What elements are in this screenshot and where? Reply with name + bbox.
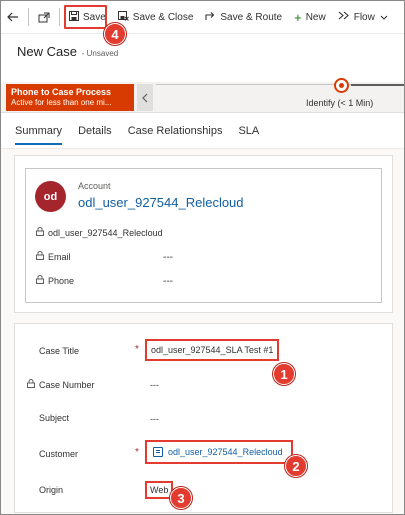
step-badge-4: 4	[104, 23, 126, 45]
lock-icon	[36, 227, 44, 238]
origin-label-text: Origin	[39, 485, 64, 495]
account-name-link[interactable]: odl_user_927544_Relecloud	[78, 195, 244, 210]
command-separator	[59, 8, 60, 26]
plus-icon: +	[294, 9, 302, 25]
save-highlight-box	[64, 5, 107, 29]
email-value: ---	[163, 252, 173, 263]
case-number-label: Case Number	[27, 379, 95, 390]
flow-button-label: Flow	[353, 11, 375, 23]
stage-node-identify[interactable]	[334, 78, 349, 93]
email-row: Email	[36, 251, 71, 262]
process-flyout[interactable]: Phone to Case Process Active for less th…	[6, 84, 134, 111]
phone-row: Phone	[36, 275, 74, 286]
save-and-close-label: Save & Close	[132, 11, 194, 23]
subject-label: Subject	[39, 413, 69, 423]
account-owner: odl_user_927544_Relecloud	[48, 227, 163, 238]
case-title-value: odl_user_927544_SLA Test #1	[151, 345, 274, 355]
tab-case-relationships[interactable]: Case Relationships	[126, 113, 225, 149]
email-label: Email	[48, 251, 71, 262]
account-label: Account	[78, 181, 111, 191]
command-bar: Save Save & Close Save & Route + New Flo…	[1, 1, 404, 34]
customer-label: Customer	[39, 449, 78, 459]
customer-lookup[interactable]: odl_user_927544_Relecloud	[145, 440, 293, 464]
new-button-label: New	[305, 11, 326, 23]
origin-label: Origin	[39, 485, 63, 495]
save-and-route-button[interactable]: Save & Route	[199, 1, 288, 34]
step-badge-3: 3	[170, 487, 192, 509]
required-marker: *	[135, 447, 139, 458]
case-number-label-text: Case Number	[39, 379, 95, 390]
unsaved-status: - Unsaved	[81, 49, 119, 58]
flow-icon	[338, 11, 350, 23]
step-badge-1: 1	[273, 363, 295, 385]
process-duration: Active for less than one mi...	[11, 98, 112, 107]
account-section: od Account odl_user_927544_Relecloud odl…	[14, 155, 393, 313]
save-and-route-label: Save & Route	[220, 11, 283, 23]
required-marker: *	[135, 344, 139, 355]
tab-details[interactable]: Details	[76, 113, 114, 149]
case-details-section: Case Title * odl_user_927544_SLA Test #1…	[14, 323, 393, 513]
customer-value[interactable]: odl_user_927544_Relecloud	[168, 447, 283, 457]
command-separator	[28, 8, 29, 26]
flow-button[interactable]: Flow	[332, 1, 394, 34]
business-process-bar: Phone to Case Process Active for less th…	[1, 78, 404, 113]
lock-icon	[36, 275, 44, 286]
account-card: od Account odl_user_927544_Relecloud odl…	[25, 168, 382, 303]
open-in-new-window-icon[interactable]	[32, 1, 56, 34]
stage-label-identify: Identify (< 1 Min)	[306, 98, 374, 108]
new-button[interactable]: + New	[288, 1, 332, 34]
step-badge-2: 2	[285, 455, 307, 477]
customer-label-text: Customer	[39, 449, 79, 459]
route-icon	[205, 11, 216, 24]
account-owner-row: odl_user_927544_Relecloud	[36, 227, 163, 238]
origin-value: Web	[150, 485, 169, 495]
case-title-label-text: Case Title	[39, 346, 80, 356]
case-title-input[interactable]: odl_user_927544_SLA Test #1	[145, 339, 280, 361]
tab-sla[interactable]: SLA	[236, 113, 261, 149]
form-tabs: Summary Details Case Relationships SLA	[1, 113, 404, 149]
lock-icon	[27, 379, 35, 390]
lookup-record-icon	[153, 447, 163, 457]
subject-label-text: Subject	[39, 413, 70, 423]
form-header: New Case - Unsaved	[1, 34, 404, 82]
back-arrow-icon[interactable]	[1, 1, 25, 34]
avatar: od	[35, 181, 66, 212]
stage-track-active	[351, 84, 404, 86]
process-name: Phone to Case Process	[11, 87, 112, 97]
phone-value: ---	[163, 276, 173, 287]
case-form-window: Save Save & Close Save & Route + New Flo…	[0, 0, 405, 515]
phone-label: Phone	[48, 275, 75, 286]
chevron-down-icon	[380, 12, 388, 23]
subject-value[interactable]: ---	[150, 414, 159, 424]
lock-icon	[36, 251, 44, 262]
page-title: New Case	[17, 44, 77, 59]
tab-summary[interactable]: Summary	[13, 113, 64, 149]
case-title-label: Case Title	[39, 346, 79, 356]
chevron-left-icon[interactable]	[137, 84, 153, 111]
case-number-value: ---	[150, 380, 159, 390]
save-close-icon	[117, 10, 129, 24]
